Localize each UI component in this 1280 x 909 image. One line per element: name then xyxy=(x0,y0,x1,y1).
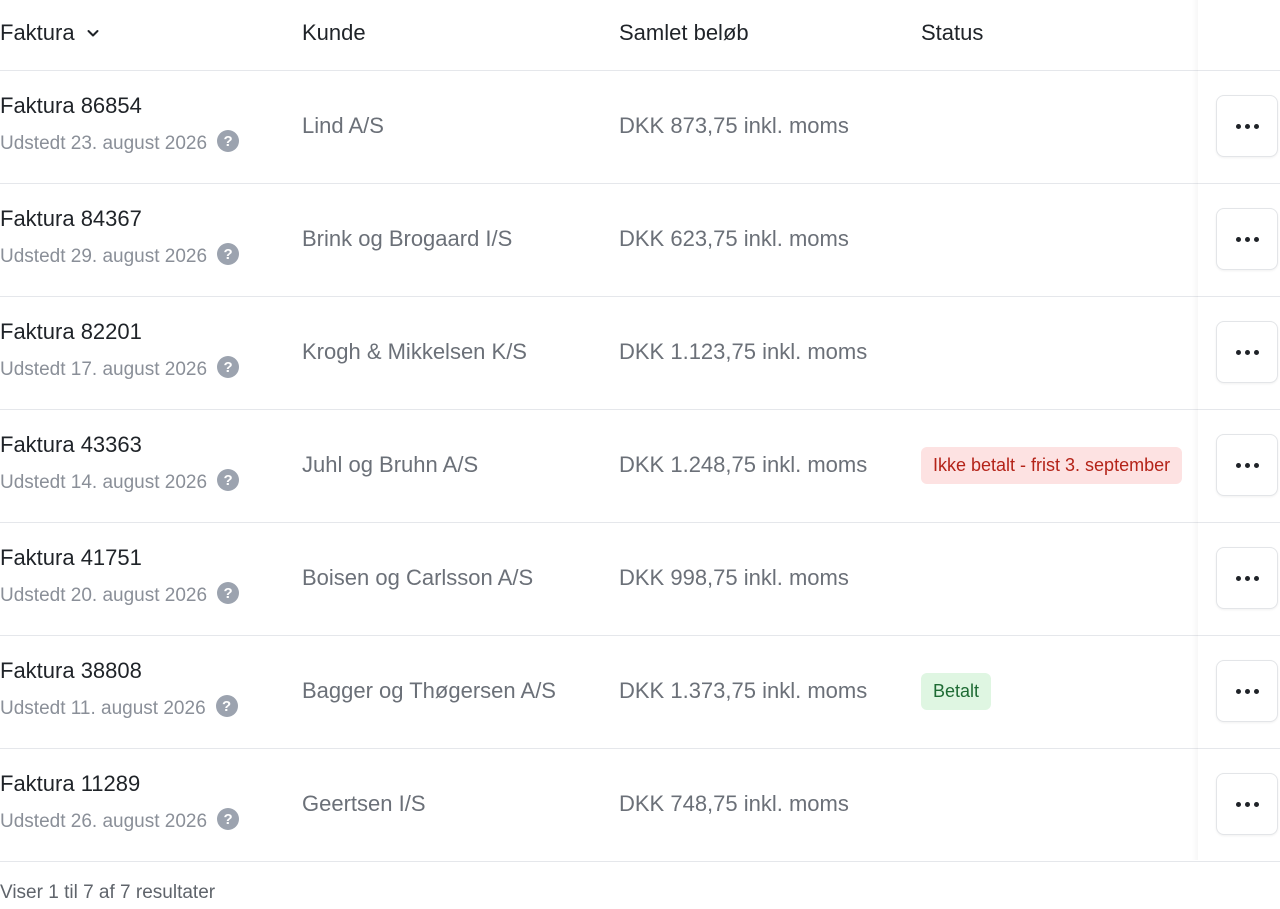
invoice-issued-date: Udstedt 20. august 2026 ? xyxy=(0,582,240,607)
invoice-amount: DKK 1.123,75 inkl. moms xyxy=(619,339,868,364)
more-horizontal-icon xyxy=(1235,462,1259,468)
question-circle-icon[interactable]: ? xyxy=(217,469,240,491)
column-header-invoice-label: Faktura xyxy=(0,20,75,45)
row-actions-button[interactable] xyxy=(1216,434,1278,496)
row-actions-button[interactable] xyxy=(1216,321,1278,383)
invoice-issued-date-text: Udstedt 17. august 2026 xyxy=(0,359,208,380)
invoice-customer: Juhl og Bruhn A/S xyxy=(302,452,479,477)
more-horizontal-icon xyxy=(1235,123,1259,129)
invoice-title[interactable]: Faktura 82201 xyxy=(0,319,142,345)
column-header-customer: Kunde xyxy=(302,20,366,45)
invoice-title[interactable]: Faktura 86854 xyxy=(0,93,142,119)
invoice-customer: Lind A/S xyxy=(302,113,384,138)
column-header-amount: Samlet beløb xyxy=(619,20,749,45)
invoice-amount: DKK 748,75 inkl. moms xyxy=(619,791,849,816)
invoice-issued-date-text: Udstedt 23. august 2026 xyxy=(0,133,208,154)
question-circle-icon[interactable]: ? xyxy=(215,695,238,717)
more-horizontal-icon xyxy=(1235,236,1259,242)
invoice-amount: DKK 623,75 inkl. moms xyxy=(619,226,849,251)
invoice-issued-date: Udstedt 26. august 2026 ? xyxy=(0,808,240,833)
invoice-issued-date: Udstedt 29. august 2026 ? xyxy=(0,243,240,268)
invoice-customer: Boisen og Carlsson A/S xyxy=(302,565,534,590)
invoice-title[interactable]: Faktura 41751 xyxy=(0,545,142,571)
table-header: Faktura Kunde Samlet beløb Status xyxy=(0,0,1280,71)
more-horizontal-icon xyxy=(1235,349,1259,355)
table-row: Faktura 86854 Udstedt 23. august 2026 ? … xyxy=(0,71,1280,184)
column-header-status: Status xyxy=(921,20,984,45)
invoice-title[interactable]: Faktura 38808 xyxy=(0,658,142,684)
invoice-customer: Krogh & Mikkelsen K/S xyxy=(302,339,527,364)
row-actions-button[interactable] xyxy=(1216,660,1278,722)
invoice-title[interactable]: Faktura 84367 xyxy=(0,206,142,232)
invoice-issued-date-text: Udstedt 26. august 2026 xyxy=(0,811,208,832)
question-circle-icon[interactable]: ? xyxy=(217,243,240,265)
row-actions-button[interactable] xyxy=(1216,547,1278,609)
status-badge-unpaid: Ikke betalt - frist 3. september xyxy=(921,447,1183,484)
invoice-issued-date-text: Udstedt 20. august 2026 xyxy=(0,585,208,606)
invoice-issued-date: Udstedt 23. august 2026 ? xyxy=(0,130,240,155)
row-actions-button[interactable] xyxy=(1216,773,1278,835)
invoice-issued-date: Udstedt 14. august 2026 ? xyxy=(0,469,240,494)
table-row: Faktura 43363 Udstedt 14. august 2026 ? … xyxy=(0,410,1280,523)
more-horizontal-icon xyxy=(1235,801,1259,807)
table-row: Faktura 38808 Udstedt 11. august 2026 ? … xyxy=(0,636,1280,749)
table-row: Faktura 84367 Udstedt 29. august 2026 ? … xyxy=(0,184,1280,297)
invoice-amount: DKK 1.248,75 inkl. moms xyxy=(619,452,868,477)
question-circle-icon[interactable]: ? xyxy=(217,582,240,604)
invoice-issued-date: Udstedt 17. august 2026 ? xyxy=(0,356,240,381)
chevron-down-icon[interactable] xyxy=(85,25,101,41)
table-row: Faktura 82201 Udstedt 17. august 2026 ? … xyxy=(0,297,1280,410)
invoice-table: Faktura Kunde Samlet beløb Status Faktur… xyxy=(0,0,1280,862)
invoice-title[interactable]: Faktura 11289 xyxy=(0,771,140,797)
more-horizontal-icon xyxy=(1235,688,1259,694)
invoice-status: Betalt xyxy=(921,673,1196,710)
invoice-title[interactable]: Faktura 43363 xyxy=(0,432,142,458)
table-row: Faktura 41751 Udstedt 20. august 2026 ? … xyxy=(0,523,1280,636)
pagination-summary: Viser 1 til 7 af 7 resultater xyxy=(0,882,216,903)
question-circle-icon[interactable]: ? xyxy=(217,356,240,378)
invoice-amount: DKK 998,75 inkl. moms xyxy=(619,565,849,590)
question-circle-icon[interactable]: ? xyxy=(217,808,240,830)
question-circle-icon[interactable]: ? xyxy=(217,130,240,152)
invoice-issued-date-text: Udstedt 14. august 2026 xyxy=(0,472,208,493)
status-badge-paid: Betalt xyxy=(921,673,992,710)
column-header-invoice[interactable]: Faktura xyxy=(0,20,101,46)
row-actions-button[interactable] xyxy=(1216,208,1278,270)
more-horizontal-icon xyxy=(1235,575,1259,581)
invoice-amount: DKK 1.373,75 inkl. moms xyxy=(619,678,868,703)
row-actions-button[interactable] xyxy=(1216,95,1278,157)
table-row: Faktura 11289 Udstedt 26. august 2026 ? … xyxy=(0,749,1280,862)
invoice-amount: DKK 873,75 inkl. moms xyxy=(619,113,849,138)
invoice-status: Ikke betalt - frist 3. september xyxy=(921,447,1196,484)
invoice-issued-date-text: Udstedt 11. august 2026 xyxy=(0,698,206,719)
invoice-customer: Brink og Brogaard I/S xyxy=(302,226,513,251)
invoice-customer: Geertsen I/S xyxy=(302,791,426,816)
invoice-issued-date: Udstedt 11. august 2026 ? xyxy=(0,695,238,720)
invoice-issued-date-text: Udstedt 29. august 2026 xyxy=(0,246,208,267)
invoice-customer: Bagger og Thøgersen A/S xyxy=(302,678,556,703)
